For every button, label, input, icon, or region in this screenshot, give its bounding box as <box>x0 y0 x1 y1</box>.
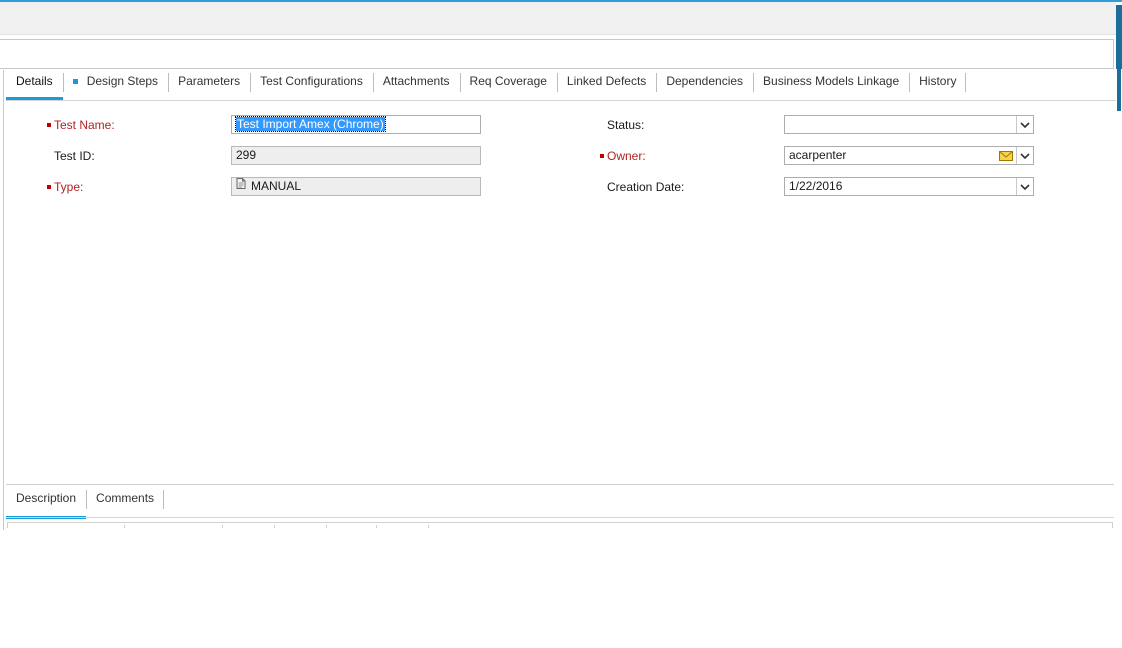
toolbar-separator <box>124 525 125 528</box>
owner-dropdown-button[interactable] <box>1016 147 1033 164</box>
memo-tab-bar: Description Comments <box>6 487 165 519</box>
rich-text-toolbar <box>7 522 1113 528</box>
type-field: MANUAL <box>231 177 481 196</box>
tab-bar-divider <box>6 100 1116 101</box>
panel-splitter[interactable] <box>6 484 1114 485</box>
required-marker-icon <box>47 122 51 127</box>
tab-label: Linked Defects <box>566 74 647 88</box>
entity-title-bar <box>0 39 1114 69</box>
tab-parameters[interactable]: Parameters <box>168 70 250 96</box>
tab-dependencies[interactable]: Dependencies <box>656 70 753 96</box>
right-panel-strip-lower <box>1117 69 1121 111</box>
test-name-value: Test Import Amex (Chrome) <box>235 116 386 132</box>
chevron-down-icon <box>1020 183 1030 190</box>
required-marker-icon <box>600 153 604 158</box>
has-content-marker-icon <box>72 78 78 84</box>
tab-label: History <box>919 74 957 88</box>
tab-label: Req Coverage <box>469 74 547 88</box>
chevron-down-icon <box>1020 121 1030 128</box>
tab-linked-defects[interactable]: Linked Defects <box>556 70 656 96</box>
tab-label: Parameters <box>178 74 241 88</box>
tab-label: Details <box>16 74 53 88</box>
tab-label: Test Configurations <box>260 74 363 88</box>
toolbar-separator <box>326 525 327 528</box>
tab-label: Attachments <box>382 74 450 88</box>
memo-tab-divider <box>6 517 1114 518</box>
status-label: Status: <box>607 118 645 132</box>
test-id-field: 299 <box>231 146 481 165</box>
toolbar-separator <box>274 525 275 528</box>
status-dropdown[interactable] <box>784 115 1034 134</box>
toolbar-separator <box>222 525 223 528</box>
left-border <box>3 70 4 530</box>
tab-label: Business Models Linkage <box>763 74 900 88</box>
creation-date-label: Creation Date: <box>607 180 685 194</box>
toolbar-separator <box>376 525 377 528</box>
status-dropdown-button[interactable] <box>1016 116 1033 133</box>
tab-label: Dependencies <box>666 74 744 88</box>
required-marker-icon <box>47 184 51 189</box>
tab-label: Design Steps <box>86 74 159 88</box>
tab-design-steps[interactable]: Design Steps <box>62 70 168 96</box>
tab-history[interactable]: History <box>909 70 967 96</box>
right-panel-strip <box>1116 5 1122 69</box>
tab-attachments[interactable]: Attachments <box>372 70 460 96</box>
tab-test-configurations[interactable]: Test Configurations <box>250 70 373 96</box>
creation-date-picker[interactable]: 1/22/2016 <box>784 177 1034 196</box>
test-id-label: Test ID: <box>54 149 95 163</box>
owner-dropdown[interactable]: acarpenter <box>784 146 1034 165</box>
test-name-label-text: Test Name: <box>54 118 115 132</box>
chevron-down-icon <box>1020 152 1030 159</box>
type-value: MANUAL <box>251 179 302 193</box>
test-id-value: 299 <box>236 148 257 162</box>
tab-req-coverage[interactable]: Req Coverage <box>459 70 557 96</box>
details-tab-bar: Details Design Steps Parameters Test Con… <box>6 70 967 101</box>
envelope-icon[interactable] <box>997 148 1015 163</box>
type-label-text: Type: <box>54 180 84 194</box>
tab-comments[interactable]: Comments <box>86 487 165 513</box>
document-icon <box>236 178 246 194</box>
toolbar-separator <box>428 525 429 528</box>
tab-description[interactable]: Description <box>6 487 87 519</box>
owner-value: acarpenter <box>789 148 847 162</box>
owner-label: Owner: <box>600 148 646 164</box>
owner-label-text: Owner: <box>607 149 646 163</box>
creation-date-value: 1/22/2016 <box>789 179 843 193</box>
creation-date-dropdown-button[interactable] <box>1016 178 1033 195</box>
tab-label: Comments <box>96 491 155 505</box>
type-label: Type: <box>47 179 83 195</box>
test-name-label: Test Name: <box>47 117 115 133</box>
tab-details[interactable]: Details <box>6 70 63 100</box>
tab-business-models-linkage[interactable]: Business Models Linkage <box>753 70 909 96</box>
test-name-field[interactable]: Test Import Amex (Chrome) <box>231 115 481 134</box>
tab-label: Description <box>16 491 77 505</box>
toolbar-band <box>0 2 1116 35</box>
